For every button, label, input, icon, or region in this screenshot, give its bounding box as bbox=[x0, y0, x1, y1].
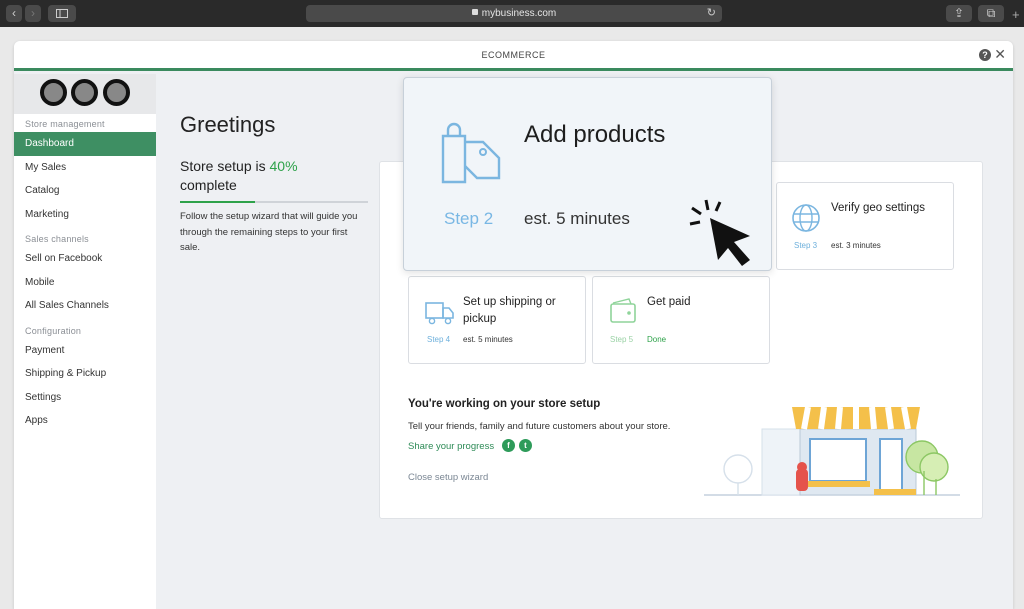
get-paid-title: Get paid bbox=[647, 296, 691, 308]
get-paid-status: Done bbox=[647, 335, 667, 344]
setup-suffix: complete bbox=[180, 177, 237, 193]
truck-icon bbox=[425, 302, 454, 325]
setup-status: Store setup is 40% complete bbox=[180, 157, 360, 195]
logo-circle-3 bbox=[103, 79, 130, 106]
reload-icon[interactable]: ↻ bbox=[707, 5, 716, 22]
get-paid-step: Step 5 bbox=[610, 335, 634, 344]
shipping-est: est. 5 minutes bbox=[463, 335, 513, 344]
setup-description: Follow the setup wizard that will guide … bbox=[180, 211, 358, 253]
verify-geo-title: Verify geo settings bbox=[831, 202, 925, 214]
sidebar-item-all-sales-channels[interactable]: All Sales Channels bbox=[14, 294, 156, 318]
verify-geo-step: Step 3 bbox=[794, 241, 818, 250]
setup-percent: 40% bbox=[269, 158, 298, 174]
facebook-icon[interactable]: f bbox=[502, 439, 515, 452]
sidebar-item-my-sales[interactable]: My Sales bbox=[14, 156, 156, 180]
logo-circle-1 bbox=[40, 79, 67, 106]
sidebar-section-configuration: Configuration bbox=[25, 325, 82, 336]
sidebar-item-catalog[interactable]: Catalog bbox=[14, 179, 156, 203]
shopping-bag-icon bbox=[441, 122, 501, 184]
sidebar-item-dashboard[interactable]: Dashboard bbox=[14, 132, 156, 156]
sidebar-toggle-button[interactable] bbox=[48, 5, 76, 22]
sidebar-icon bbox=[56, 9, 68, 18]
setup-prefix: Store setup is bbox=[180, 158, 266, 174]
logo-circle-2 bbox=[71, 79, 98, 106]
sidebar-section-store-management: Store management bbox=[25, 119, 105, 129]
twitter-icon[interactable]: t bbox=[519, 439, 532, 452]
add-products-card[interactable]: Add products Step 2 est. 5 minutes bbox=[403, 77, 772, 271]
help-icon[interactable]: ? bbox=[979, 49, 991, 61]
forward-button[interactable]: › bbox=[25, 5, 41, 22]
cursor-click-icon bbox=[689, 199, 750, 266]
url-text: mybusiness.com bbox=[481, 8, 557, 19]
window-titlebar: ECOMMERCE ? ✕ bbox=[14, 41, 1013, 71]
get-paid-card[interactable]: Get paid Step 5 Done bbox=[592, 276, 770, 364]
address-bar[interactable]: mybusiness.com ↻ bbox=[306, 5, 722, 22]
setup-progress-fill bbox=[180, 201, 256, 203]
shipping-card[interactable]: Set up shipping or pickup Step 4 est. 5 … bbox=[408, 276, 586, 364]
sidebar-section-sales-channels: Sales channels bbox=[25, 234, 89, 244]
shipping-step: Step 4 bbox=[427, 335, 451, 344]
sidebar: Store management Dashboard My Sales Cata… bbox=[14, 74, 156, 609]
storefront-illustration bbox=[704, 406, 960, 496]
page-title: Greetings bbox=[180, 112, 276, 137]
lock-icon bbox=[471, 9, 478, 15]
new-tab-button[interactable]: + bbox=[1012, 7, 1020, 22]
sidebar-item-payment[interactable]: Payment bbox=[14, 339, 156, 363]
browser-toolbar: ‹ › mybusiness.com ↻ ⇪ ⧉ + bbox=[0, 0, 1024, 27]
add-products-title: Add products bbox=[524, 121, 666, 148]
close-setup-wizard-link[interactable]: Close setup wizard bbox=[408, 472, 488, 483]
share-button[interactable]: ⇪ bbox=[946, 5, 972, 22]
sidebar-item-shipping-pickup[interactable]: Shipping & Pickup bbox=[14, 362, 156, 386]
globe-icon bbox=[792, 204, 820, 232]
working-title: You're working on your store setup bbox=[408, 398, 601, 410]
shipping-title: Set up shipping or pickup bbox=[463, 296, 556, 325]
share-progress-link[interactable]: Share your progress bbox=[408, 441, 494, 452]
sidebar-item-marketing[interactable]: Marketing bbox=[14, 203, 156, 227]
sidebar-item-mobile[interactable]: Mobile bbox=[14, 271, 156, 295]
verify-geo-card[interactable]: Verify geo settings Step 3 est. 3 minute… bbox=[776, 182, 954, 270]
window-title: ECOMMERCE bbox=[481, 50, 546, 60]
wallet-icon bbox=[610, 298, 636, 323]
logo bbox=[14, 74, 156, 114]
tabs-button[interactable]: ⧉ bbox=[978, 5, 1004, 22]
app-window: ECOMMERCE ? ✕ Store management Dashboard… bbox=[14, 41, 1013, 609]
setup-progress-bar bbox=[180, 201, 368, 203]
sidebar-item-settings[interactable]: Settings bbox=[14, 386, 156, 410]
add-products-est: est. 5 minutes bbox=[524, 209, 630, 228]
working-description: Tell your friends, family and future cus… bbox=[408, 421, 671, 432]
close-icon[interactable]: ✕ bbox=[994, 46, 1006, 63]
back-button[interactable]: ‹ bbox=[6, 5, 22, 22]
add-products-step: Step 2 bbox=[444, 209, 494, 228]
verify-geo-est: est. 3 minutes bbox=[831, 241, 881, 250]
sidebar-item-sell-on-facebook[interactable]: Sell on Facebook bbox=[14, 247, 156, 271]
sidebar-item-apps[interactable]: Apps bbox=[14, 409, 156, 433]
